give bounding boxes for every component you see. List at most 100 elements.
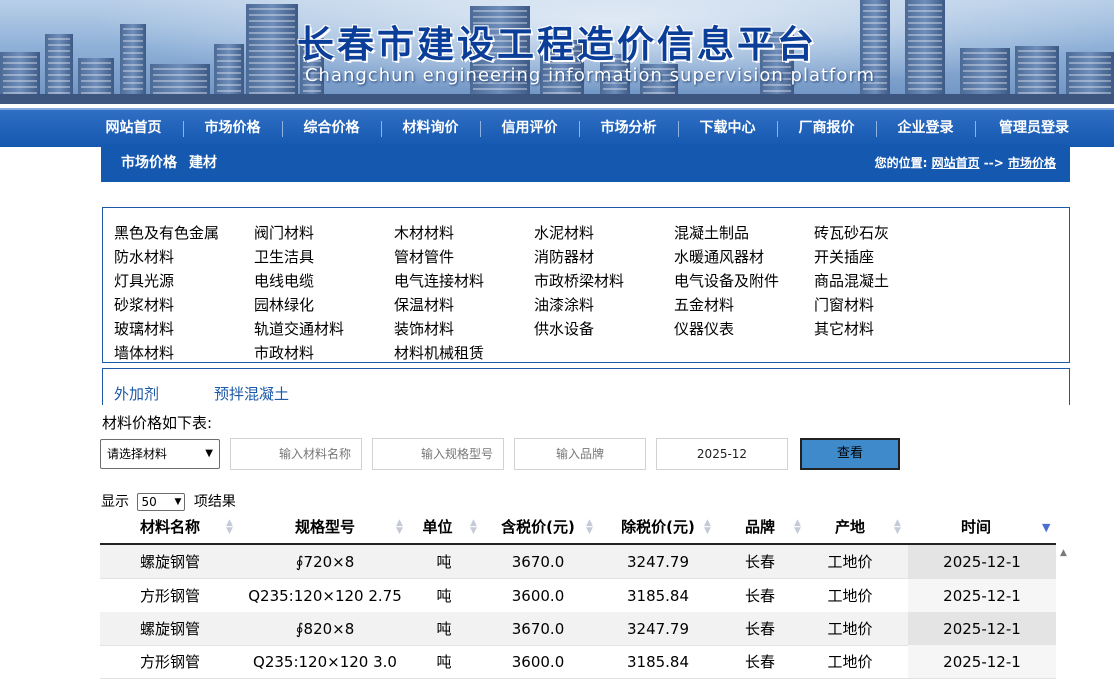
cell-unit: 吨 [436, 653, 452, 671]
column-header-spec[interactable]: 规格型号 [240, 514, 410, 543]
category-link[interactable]: 油漆涂料 [534, 294, 594, 315]
sort-both-icon: ▲ ▼ [470, 518, 477, 536]
page-length-select[interactable]: 50 ▼ [137, 493, 186, 511]
nav-market-analysis[interactable]: 市场分析 [579, 110, 678, 147]
cell-price-without-tax: 3247.79 [626, 620, 690, 638]
category-link[interactable]: 材料机械租赁 [394, 342, 484, 363]
spec-input[interactable]: 输入规格型号 [372, 438, 504, 470]
cell-name: 螺旋钢管 [139, 553, 200, 571]
table-row[interactable]: 方形钢管 Q235:120×120 3.0 吨 3600.0 3185.84 长… [100, 645, 1056, 679]
nav-download-center[interactable]: 下载中心 [678, 110, 777, 147]
site-title: 长春市建设工程造价信息平台 [297, 23, 817, 66]
column-header-brand[interactable]: 品牌 [720, 514, 800, 543]
breadcrumb-home-link[interactable]: 网站首页 [932, 156, 980, 170]
nav-enterprise-login[interactable]: 企业登录 [876, 110, 975, 147]
brand-input[interactable]: 输入品牌 [514, 438, 646, 470]
cell-brand: 长春 [744, 553, 775, 571]
nav-material-inquiry[interactable]: 材料询价 [381, 110, 480, 147]
tab-admixture[interactable]: 外加剂 [114, 383, 159, 404]
breadcrumb-current-link[interactable]: 市场价格 [1008, 156, 1056, 170]
category-link[interactable]: 开关插座 [814, 246, 874, 267]
cell-time: 2025-12-1 [908, 579, 1056, 612]
category-link[interactable]: 木材材料 [394, 222, 454, 243]
material-name-input[interactable]: 输入材料名称 [230, 438, 362, 470]
cell-name: 方形钢管 [139, 653, 200, 671]
category-link[interactable]: 管材管件 [394, 246, 454, 267]
column-header-price-without-tax[interactable]: 除税价(元) [600, 514, 716, 543]
cell-brand: 长春 [744, 620, 775, 638]
category-link[interactable]: 电线电缆 [254, 270, 314, 291]
breadcrumb-arrow: --> [983, 156, 1004, 170]
category-link[interactable]: 供水设备 [534, 318, 594, 339]
column-header-label: 除税价(元) [621, 518, 695, 536]
column-header-label: 产地 [834, 518, 865, 536]
category-link[interactable]: 保温材料 [394, 294, 454, 315]
category-link[interactable]: 灯具光源 [114, 270, 174, 291]
category-link[interactable]: 门窗材料 [814, 294, 874, 315]
category-link[interactable]: 电气设备及附件 [674, 270, 779, 291]
cell-spec: Q235:120×120 3.0 [253, 653, 397, 671]
breadcrumb: 您的位置: 网站首页 --> 市场价格 [875, 145, 1056, 182]
category-link[interactable]: 玻璃材料 [114, 318, 174, 339]
category-link[interactable]: 仪器仪表 [674, 318, 734, 339]
cell-unit: 吨 [436, 587, 452, 605]
category-link[interactable]: 市政材料 [254, 342, 314, 363]
cell-price-without-tax: 3185.84 [626, 587, 690, 605]
cell-unit: 吨 [436, 553, 452, 571]
table-caption: 材料价格如下表: [102, 414, 213, 432]
category-link[interactable]: 混凝土制品 [674, 222, 749, 243]
column-header-price-with-tax[interactable]: 含税价(元) [480, 514, 596, 543]
category-link[interactable]: 园林绿化 [254, 294, 314, 315]
view-button[interactable]: 查看 [800, 438, 900, 470]
tab-ready-mix-concrete[interactable]: 预拌混凝土 [214, 383, 289, 404]
date-input[interactable]: 2025-12 [656, 438, 788, 470]
category-link[interactable]: 电气连接材料 [394, 270, 484, 291]
section-title-sub: 建材 [189, 155, 217, 171]
category-link[interactable]: 黑色及有色金属 [114, 222, 219, 243]
category-link[interactable]: 轨道交通材料 [254, 318, 344, 339]
section-header: 市场价格 建材 您的位置: 网站首页 --> 市场价格 [101, 145, 1070, 182]
category-link[interactable]: 砂浆材料 [114, 294, 174, 315]
nav-home[interactable]: 网站首页 [84, 110, 183, 147]
table-row[interactable]: 螺旋钢管 ∮720×8 吨 3670.0 3247.79 长春 工地价 2025… [100, 545, 1056, 579]
banner-ground [0, 94, 1114, 104]
table-row[interactable]: 螺旋钢管 ∮820×8 吨 3670.0 3247.79 长春 工地价 2025… [100, 612, 1056, 646]
nav-credit-rating[interactable]: 信用评价 [480, 110, 579, 147]
material-select[interactable]: 请选择材料 ▼ [100, 439, 220, 469]
category-link[interactable]: 水暖通风器材 [674, 246, 764, 267]
chevron-down-icon: ▼ [174, 497, 182, 507]
category-link[interactable]: 装饰材料 [394, 318, 454, 339]
page-length-prefix: 显示 [101, 494, 129, 510]
category-link[interactable]: 五金材料 [674, 294, 734, 315]
column-header-origin[interactable]: 产地 [810, 514, 890, 543]
category-link[interactable]: 墙体材料 [114, 342, 174, 363]
nav-vendor-quote[interactable]: 厂商报价 [777, 110, 876, 147]
column-header-time[interactable]: 时间 [910, 514, 1042, 543]
category-link[interactable]: 市政桥梁材料 [534, 270, 624, 291]
scroll-up-icon[interactable]: ▲ [1060, 548, 1067, 558]
cell-origin: 工地价 [827, 620, 873, 638]
column-header-unit[interactable]: 单位 [410, 514, 465, 543]
column-header-label: 品牌 [744, 518, 775, 536]
site-subtitle: Changchun engineering information superv… [304, 65, 876, 86]
sort-both-icon: ▲ ▼ [894, 518, 901, 536]
category-link[interactable]: 阀门材料 [254, 222, 314, 243]
nav-comprehensive-price[interactable]: 综合价格 [282, 110, 381, 147]
nav-admin-login[interactable]: 管理员登录 [984, 110, 1084, 147]
cell-brand: 长春 [744, 653, 775, 671]
cell-unit: 吨 [436, 620, 452, 638]
category-link[interactable]: 砖瓦砂石灰 [814, 222, 889, 243]
sort-both-icon: ▲ ▼ [226, 518, 233, 536]
category-link[interactable]: 卫生洁具 [254, 246, 314, 267]
category-link[interactable]: 其它材料 [814, 318, 874, 339]
category-link[interactable]: 水泥材料 [534, 222, 594, 243]
column-header-name[interactable]: 材料名称 [100, 514, 240, 543]
category-link[interactable]: 防水材料 [114, 246, 174, 267]
breadcrumb-prefix: 您的位置: [874, 156, 928, 170]
table-row[interactable]: 方形钢管 Q235:120×120 2.75 吨 3600.0 3185.84 … [100, 579, 1056, 613]
cell-price-with-tax: 3600.0 [511, 653, 565, 671]
nav-market-price[interactable]: 市场价格 [183, 110, 282, 147]
main-nav: 网站首页 市场价格 综合价格 材料询价 信用评价 市场分析 下载中心 厂商报价 … [0, 108, 1114, 147]
category-link[interactable]: 消防器材 [534, 246, 594, 267]
category-link[interactable]: 商品混凝土 [814, 270, 889, 291]
